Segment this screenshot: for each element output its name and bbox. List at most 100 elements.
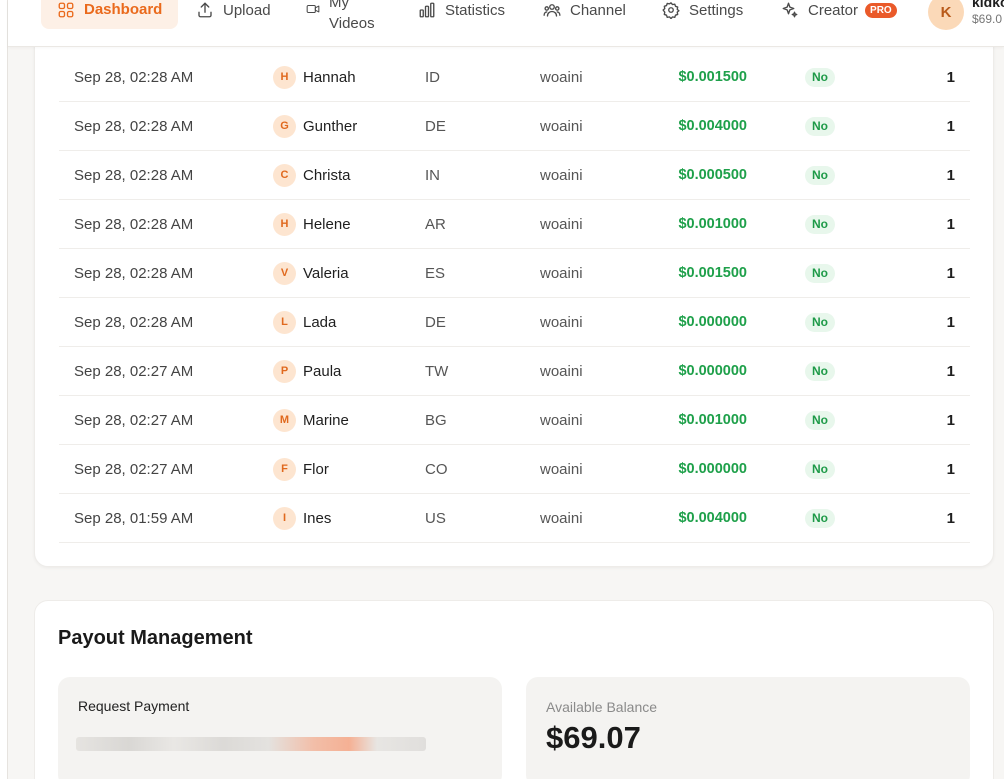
nav-settings[interactable]: Settings <box>662 1 743 19</box>
row-date: Sep 28, 02:28 AM <box>74 314 194 331</box>
earning-amount: $0.001500 <box>678 265 747 281</box>
user-name[interactable]: kidko <box>972 0 1004 10</box>
viewer-country: IN <box>425 167 440 184</box>
channel-name: woaini <box>540 216 583 233</box>
view-count: 1 <box>946 314 955 331</box>
table-row: Sep 28, 02:28 AM G Gunther DE woaini $0.00400… <box>59 102 970 151</box>
request-payment-panel <box>58 677 502 779</box>
viewer-avatar: I <box>273 507 296 530</box>
earning-amount: $0.000000 <box>678 363 747 379</box>
users-icon <box>543 4 561 17</box>
channel-name: woaini <box>540 265 583 282</box>
status-badge: No <box>805 264 835 283</box>
nav-my-videos[interactable]: My Videos <box>306 0 379 34</box>
nav-statistics-label: Statistics <box>445 1 506 19</box>
nav-channel-label: Channel <box>570 1 626 19</box>
table-row: Sep 28, 02:27 AM M Marine BG woaini $0.001000… <box>59 396 970 445</box>
viewer-country: ID <box>425 69 440 86</box>
viewer-avatar: H <box>273 213 296 236</box>
table-row: Sep 28, 02:28 AM H Hannah ID woaini $0.001500… <box>59 53 970 102</box>
avatar[interactable]: K <box>928 0 964 30</box>
viewer-avatar: L <box>273 311 296 334</box>
view-count: 1 <box>946 363 955 380</box>
channel-name: woaini <box>540 167 583 184</box>
table-row: Sep 28, 02:28 AM L Lada DE woaini $0.000000 No… <box>59 298 970 347</box>
status-badge: No <box>805 362 835 381</box>
dashboard-icon <box>58 2 74 17</box>
viewer-country: DE <box>425 118 446 135</box>
blurred-payment-details <box>76 737 426 751</box>
row-date: Sep 28, 02:28 AM <box>74 216 194 233</box>
earning-amount: $0.000000 <box>678 314 747 330</box>
nav-upload[interactable]: Upload <box>196 1 271 19</box>
payout-title: Payout Management <box>58 627 253 649</box>
view-count: 1 <box>946 412 955 429</box>
nav-settings-label: Settings <box>689 1 744 19</box>
earning-amount: $0.001500 <box>678 69 747 85</box>
upload-icon <box>198 2 212 18</box>
nav-dashboard[interactable]: Dashboard <box>41 0 179 29</box>
viewer-country: US <box>425 510 446 527</box>
status-badge: No <box>805 313 835 332</box>
channel-name: woaini <box>540 510 583 527</box>
table-row: Sep 28, 02:27 AM P Paula TW woaini $0.000000 N… <box>59 347 970 396</box>
earning-amount: $0.004000 <box>678 510 747 526</box>
viewer-name: Flor <box>303 461 329 478</box>
viewer-avatar: C <box>273 164 296 187</box>
table-row: Sep 28, 02:27 AM F Flor CO woaini $0.000000 No… <box>59 445 970 494</box>
status-badge: No <box>805 509 835 528</box>
table-row: Sep 28, 01:59 AM I Ines US woaini $0.004000 No… <box>59 494 970 543</box>
view-count: 1 <box>946 510 955 527</box>
row-date: Sep 28, 02:28 AM <box>74 167 194 184</box>
status-badge: No <box>805 215 835 234</box>
channel-name: woaini <box>540 363 583 380</box>
earning-amount: $0.001000 <box>678 412 747 428</box>
table-row: Sep 28, 02:28 AM C Christa IN woaini $0.00050… <box>59 151 970 200</box>
viewer-country: BG <box>425 412 447 429</box>
viewer-country: TW <box>425 363 449 380</box>
viewer-name: Paula <box>303 363 342 380</box>
gear-icon <box>662 2 680 19</box>
earning-amount: $0.000500 <box>678 167 747 183</box>
viewer-name: Helene <box>303 216 351 233</box>
video-icon <box>306 4 320 14</box>
viewer-avatar: F <box>273 458 296 481</box>
status-badge: No <box>805 117 835 136</box>
nav-my-videos-label: My Videos <box>329 0 375 32</box>
viewer-name: Ines <box>303 510 332 527</box>
viewer-name: Lada <box>303 314 337 331</box>
row-date: Sep 28, 02:27 AM <box>74 412 194 429</box>
channel-name: woaini <box>540 118 583 135</box>
view-count: 1 <box>946 216 955 233</box>
status-badge: No <box>805 460 835 479</box>
nav-channel[interactable]: Channel <box>543 1 626 19</box>
view-count: 1 <box>946 118 955 135</box>
viewer-name: Gunther <box>303 118 358 135</box>
channel-name: woaini <box>540 69 583 86</box>
channel-name: woaini <box>540 461 583 478</box>
view-count: 1 <box>946 461 955 478</box>
viewer-name: Christa <box>303 167 351 184</box>
earning-amount: $0.001000 <box>678 216 747 232</box>
view-count: 1 <box>946 167 955 184</box>
table-row: Sep 28, 02:28 AM H Helene AR woaini $0.001000… <box>59 200 970 249</box>
nav-statistics[interactable]: Statistics <box>418 1 505 19</box>
view-count: 1 <box>946 69 955 86</box>
pro-badge: PRO <box>865 2 897 18</box>
table-row: Sep 28, 02:28 AM V Valeria ES woaini $0.00150… <box>59 249 970 298</box>
viewer-avatar: V <box>273 262 296 285</box>
status-badge: No <box>805 166 835 185</box>
row-date: Sep 28, 02:28 AM <box>74 69 194 86</box>
status-badge: No <box>805 68 835 87</box>
row-date: Sep 28, 02:28 AM <box>74 118 194 135</box>
viewer-name: Valeria <box>303 265 349 282</box>
nav-upload-label: Upload <box>223 1 271 19</box>
nav-dashboard-label: Dashboard <box>84 1 163 18</box>
viewer-name: Marine <box>303 412 349 429</box>
channel-name: woaini <box>540 314 583 331</box>
available-balance-label: Available Balance <box>546 699 658 715</box>
view-count: 1 <box>946 265 955 282</box>
nav-creator[interactable]: Creator PRO <box>781 1 897 19</box>
row-date: Sep 28, 02:27 AM <box>74 461 194 478</box>
available-balance-value: $69.07 <box>546 720 641 755</box>
